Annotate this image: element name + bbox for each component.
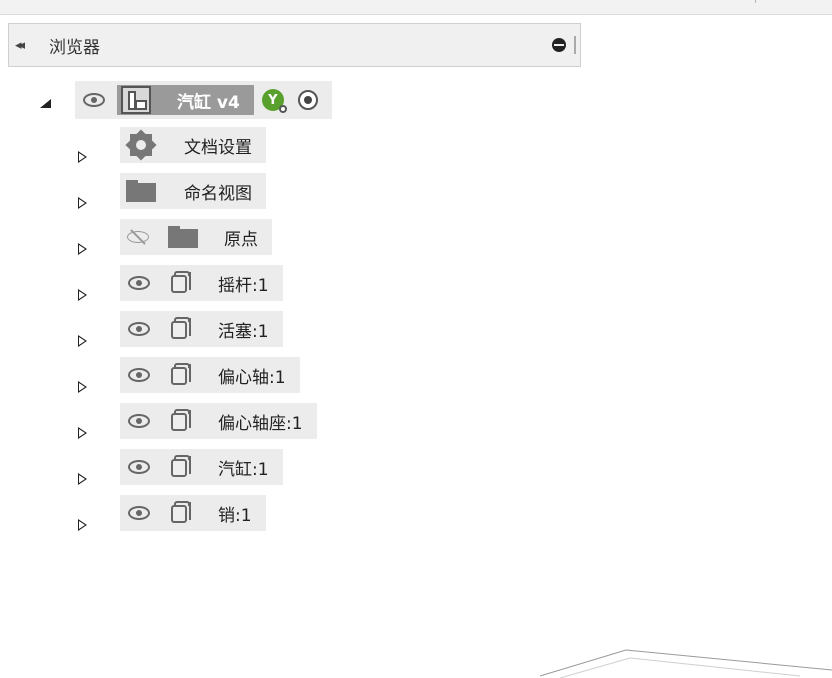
tree-item-label: 偏心轴:1	[218, 367, 286, 388]
tree-item-label: 原点	[224, 229, 258, 250]
gear-icon	[125, 129, 157, 161]
tree-item-label: 销:1	[218, 505, 252, 526]
folder-icon	[168, 226, 198, 248]
activate-radio-icon[interactable]	[297, 90, 318, 110]
tree-item-label: 偏心轴座:1	[218, 413, 303, 434]
tree-item-label: 命名视图	[184, 183, 252, 204]
tree-item-chip[interactable]: 偏心轴:1	[120, 357, 300, 393]
tree-root-row: 汽缸 v4 Y	[40, 81, 332, 119]
tree-item-chip[interactable]: 命名视图	[120, 173, 266, 209]
tree-item-document-settings[interactable]: 文档设置	[78, 127, 266, 163]
expand-icon[interactable]	[78, 197, 87, 209]
tree-item-label: 汽缸:1	[218, 459, 269, 480]
tree-item-rocker[interactable]: 摇杆:1	[78, 265, 283, 301]
expand-icon[interactable]	[78, 473, 87, 485]
component-icon	[170, 363, 192, 387]
visibility-eye-icon[interactable]	[128, 322, 150, 336]
collapse-panel-icon[interactable]: ◂◂	[15, 38, 37, 53]
ground-plane-grid	[539, 649, 832, 678]
tree-item-label: 摇杆:1	[218, 275, 269, 296]
tree-item-cylinder[interactable]: 汽缸:1	[78, 449, 283, 485]
hidden-eye-icon[interactable]	[126, 228, 150, 246]
tree-item-chip[interactable]: 活塞:1	[120, 311, 283, 347]
top-toolbar-strip: ╵	[0, 0, 832, 15]
tree-item-origin[interactable]: 原点	[78, 219, 272, 255]
tree-item-chip[interactable]: 摇杆:1	[120, 265, 283, 301]
visibility-eye-icon[interactable]	[128, 276, 150, 290]
tree-item-pin[interactable]: 销:1	[78, 495, 266, 531]
tree-item-chip[interactable]: 汽缸:1	[120, 449, 283, 485]
expand-icon[interactable]	[78, 427, 87, 439]
expand-icon[interactable]	[78, 151, 87, 163]
expand-icon[interactable]	[78, 243, 87, 255]
visibility-eye-icon[interactable]	[128, 368, 150, 382]
component-icon	[170, 271, 192, 295]
panel-resize-handle[interactable]	[574, 36, 576, 54]
expand-icon[interactable]	[78, 381, 87, 393]
folder-icon	[126, 180, 156, 202]
tree-item-eccentric-shaft[interactable]: 偏心轴:1	[78, 357, 300, 393]
panel-title: 浏览器	[49, 37, 100, 58]
component-icon	[170, 409, 192, 433]
browser-panel-header: ◂◂ 浏览器	[8, 23, 581, 67]
tree-item-label: 活塞:1	[218, 321, 269, 342]
component-icon	[170, 317, 192, 341]
tree-item-eccentric-shaft-seat[interactable]: 偏心轴座:1	[78, 403, 317, 439]
assembly-component-icon	[121, 86, 151, 114]
tree-item-piston[interactable]: 活塞:1	[78, 311, 283, 347]
root-component-selection[interactable]: 汽缸 v4	[117, 85, 254, 115]
expand-icon[interactable]	[78, 335, 87, 347]
component-icon	[170, 501, 192, 525]
tree-item-chip[interactable]: 偏心轴座:1	[120, 403, 317, 439]
panel-header-controls	[552, 36, 576, 54]
version-badge-letter: Y	[268, 92, 278, 108]
collapse-tree-icon[interactable]	[40, 98, 51, 108]
tree-item-label: 文档设置	[184, 137, 252, 158]
component-icon	[170, 455, 192, 479]
toolbar-edge-mark: ╵	[752, 0, 758, 9]
expand-icon[interactable]	[78, 289, 87, 301]
tree-item-chip[interactable]: 原点	[120, 219, 272, 255]
root-component-node[interactable]: 汽缸 v4 Y	[75, 81, 332, 119]
visibility-eye-icon[interactable]	[128, 460, 150, 474]
expand-icon[interactable]	[78, 519, 87, 531]
tree-item-chip[interactable]: 销:1	[120, 495, 266, 531]
version-badge-icon[interactable]: Y	[261, 89, 287, 113]
root-component-name: 汽缸 v4	[177, 92, 240, 113]
tree-item-named-views[interactable]: 命名视图	[78, 173, 266, 209]
visibility-eye-icon[interactable]	[128, 506, 150, 520]
visibility-eye-icon[interactable]	[128, 414, 150, 428]
panel-pin-icon[interactable]	[552, 38, 566, 52]
tree-item-chip[interactable]: 文档设置	[120, 127, 266, 163]
visibility-eye-icon[interactable]	[83, 93, 105, 107]
